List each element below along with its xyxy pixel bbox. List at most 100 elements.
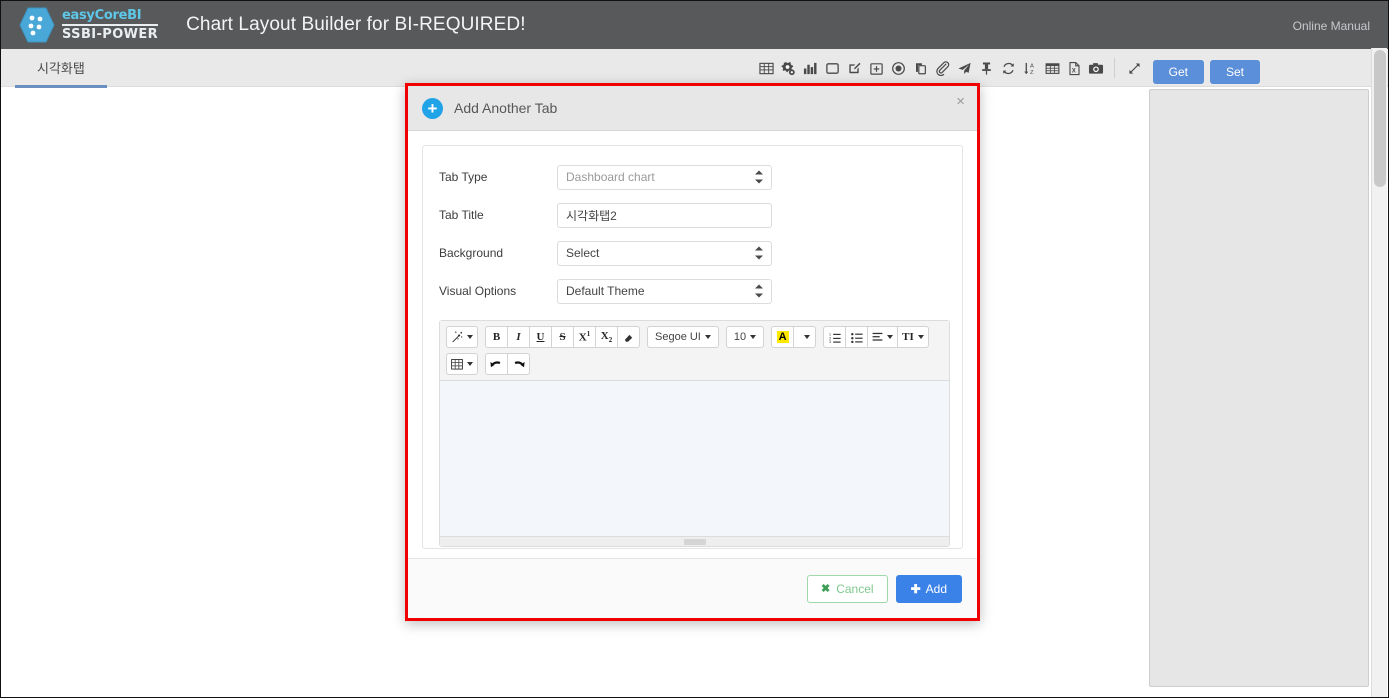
tab-visualization[interactable]: 시각화탭 <box>15 55 107 88</box>
visual-options-select[interactable]: Default Theme <box>557 278 772 304</box>
hexagon-logo-icon <box>19 6 55 44</box>
grid-table-icon[interactable] <box>1042 57 1062 79</box>
square-panel-icon[interactable] <box>822 57 842 79</box>
svg-text:A: A <box>1029 63 1033 69</box>
logo-divider <box>62 24 159 26</box>
add-button[interactable]: ✚ Add <box>895 574 962 603</box>
camera-icon[interactable] <box>1086 57 1106 79</box>
add-button-label: Add <box>925 581 947 596</box>
plus-square-icon[interactable] <box>866 57 886 79</box>
editor-resize-handle[interactable] <box>440 536 949 546</box>
spinner-icon <box>754 170 763 184</box>
font-family-select[interactable]: Segoe UI <box>647 326 719 348</box>
ordered-list-icon[interactable]: 123 <box>823 326 847 348</box>
clear-format-eraser-icon[interactable] <box>617 326 640 348</box>
superscript-button[interactable]: X1 <box>573 326 596 348</box>
line-height-glyph: TI <box>902 331 914 343</box>
online-manual-link[interactable]: Online Manual <box>1293 19 1370 33</box>
background-select[interactable]: Select <box>557 240 772 266</box>
properties-side-panel[interactable] <box>1149 89 1369 687</box>
unordered-list-icon[interactable] <box>845 326 869 348</box>
edit-square-icon[interactable] <box>844 57 864 79</box>
delete-circle-icon[interactable] <box>888 57 908 79</box>
get-button[interactable]: Get <box>1152 60 1204 84</box>
form-row-tab-title: Tab Title 시각화탭2 <box>439 202 946 228</box>
bar-chart-icon[interactable] <box>800 57 820 79</box>
svg-text:X: X <box>1071 67 1075 74</box>
modal-footer: ✖ Cancel ✚ Add <box>408 558 977 618</box>
toolbar-divider <box>1114 58 1115 78</box>
form-row-tab-type: Tab Type Dashboard chart <box>439 164 946 190</box>
highlight-a-icon: A <box>776 331 789 343</box>
editor-toolbar-row-1: B I U S X1 X2 Segoe UI 10 A 1 2 3 TI <box>446 326 943 348</box>
brand-logo[interactable]: easyCoreBI SSBI-POWER <box>19 6 159 44</box>
strikethrough-button[interactable]: S <box>551 326 574 348</box>
label-tab-type: Tab Type <box>439 170 488 184</box>
chart-tools-toolbar: AZ X <box>756 57 1145 79</box>
tab-title-value: 시각화탭2 <box>566 208 617 223</box>
spinner-icon <box>754 284 763 298</box>
text-color-dropdown[interactable] <box>793 326 817 348</box>
chevron-down-icon <box>704 335 711 339</box>
logo-text-primary: easyCoreBI <box>62 8 142 23</box>
align-icon[interactable] <box>867 326 899 348</box>
close-x-icon: ✖ <box>821 583 831 595</box>
underline-button[interactable]: U <box>529 326 552 348</box>
set-button[interactable]: Set <box>1209 60 1260 84</box>
copy-icon[interactable] <box>910 57 930 79</box>
settings-gears-icon[interactable] <box>778 57 798 79</box>
chevron-down-icon <box>917 335 924 339</box>
insert-table-icon[interactable] <box>446 353 478 375</box>
modal-title: Add Another Tab <box>454 100 558 116</box>
chevron-down-icon <box>467 335 473 339</box>
expand-arrows-icon[interactable] <box>1123 57 1145 79</box>
table-grid-icon[interactable] <box>756 57 776 79</box>
tab-title-input[interactable]: 시각화탭2 <box>557 202 772 228</box>
bold-button[interactable]: B <box>485 326 508 348</box>
scrollbar-thumb[interactable] <box>1374 50 1386 187</box>
font-size-group: 10 <box>725 326 765 348</box>
svg-text:Z: Z <box>1029 70 1033 76</box>
send-paper-plane-icon[interactable] <box>954 57 974 79</box>
editor-content-area[interactable] <box>440 381 949 536</box>
font-size-select[interactable]: 10 <box>725 326 765 348</box>
label-tab-title: Tab Title <box>439 208 484 222</box>
table-group <box>446 353 478 375</box>
label-background: Background <box>439 246 504 260</box>
modal-body: Tab Type Dashboard chart Tab Title 시각화탭2… <box>408 131 977 592</box>
redo-icon[interactable] <box>507 353 530 375</box>
history-group <box>485 353 530 375</box>
italic-button[interactable]: I <box>507 326 530 348</box>
form-card: Tab Type Dashboard chart Tab Title 시각화탭2… <box>422 145 963 549</box>
style-group <box>446 326 478 348</box>
text-color-button[interactable]: A <box>771 326 795 348</box>
background-value: Select <box>566 246 600 260</box>
tab-type-value: Dashboard chart <box>566 170 655 184</box>
pin-icon[interactable] <box>976 57 996 79</box>
application-window: easyCoreBI SSBI-POWER Chart Layout Build… <box>0 0 1389 698</box>
plus-icon: ✚ <box>910 581 921 596</box>
magic-style-icon[interactable] <box>446 326 478 348</box>
line-height-button[interactable]: TI <box>897 326 929 348</box>
modal-header: + Add Another Tab × <box>408 86 977 131</box>
cancel-button-label: Cancel <box>836 581 874 596</box>
refresh-icon[interactable] <box>998 57 1018 79</box>
sort-az-icon[interactable]: AZ <box>1020 57 1040 79</box>
font-family-value: Segoe UI <box>655 331 701 343</box>
editor-toolbar-row-2 <box>446 353 943 375</box>
svg-text:3: 3 <box>829 340 831 343</box>
close-icon[interactable]: × <box>956 94 965 109</box>
visual-options-value: Default Theme <box>566 284 645 298</box>
chevron-down-icon <box>887 335 894 339</box>
subscript-button[interactable]: X2 <box>595 326 618 348</box>
export-excel-icon[interactable]: X <box>1064 57 1084 79</box>
list-align-group: 123 TI <box>823 326 929 348</box>
page-vertical-scrollbar[interactable] <box>1371 48 1387 697</box>
logo-text-secondary: SSBI-POWER <box>62 27 159 42</box>
cancel-button[interactable]: ✖ Cancel <box>807 574 888 603</box>
page-title: Chart Layout Builder for BI-REQUIRED! <box>186 14 526 35</box>
paperclip-icon[interactable] <box>932 57 952 79</box>
undo-icon[interactable] <box>485 353 508 375</box>
tab-type-select[interactable]: Dashboard chart <box>557 164 772 190</box>
plus-circle-icon: + <box>422 97 443 119</box>
